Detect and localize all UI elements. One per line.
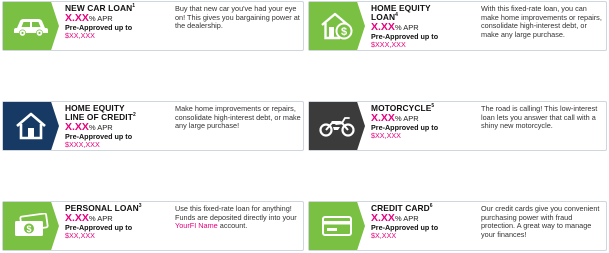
offer-description: With this fixed-rate loan, you can make … bbox=[481, 4, 602, 39]
svg-text:$: $ bbox=[26, 224, 31, 234]
car-icon bbox=[3, 2, 59, 50]
offer-description: Buy that new car you've had your eye on!… bbox=[175, 4, 300, 31]
pre-approved-amount: $XXX,XXX bbox=[65, 140, 100, 149]
pre-approved-amount: $XX,XXX bbox=[65, 31, 95, 40]
offer-description: Use this fixed-rate loan for anything! F… bbox=[175, 204, 297, 231]
credit-card-icon bbox=[309, 202, 365, 250]
offer-card-new-car-loan[interactable]: NEW CAR LOAN1 X.XX% APR Pre-Approved up … bbox=[2, 1, 304, 51]
svg-text:$: $ bbox=[341, 26, 347, 38]
offer-description: Make home improvements or repairs, conso… bbox=[175, 104, 301, 131]
pre-approved-amount: $X,XXX bbox=[371, 231, 397, 240]
offer-card-home-equity-loan[interactable]: $ HOME EQUITY LOAN4 X.XX% APR Pre-Approv… bbox=[308, 1, 607, 51]
pre-approved-amount: $XX,XXX bbox=[65, 231, 95, 240]
motorcycle-icon bbox=[309, 102, 365, 150]
house-dollar-icon: $ bbox=[309, 2, 365, 50]
offer-title: HOME EQUITY LINE OF CREDIT2 bbox=[65, 103, 136, 122]
offer-card-home-equity-line-of-credit[interactable]: HOME EQUITY LINE OF CREDIT2 X.XX% APR Pre… bbox=[2, 101, 304, 151]
house-icon bbox=[3, 102, 59, 150]
pre-approved-amount: $XX,XXX bbox=[371, 131, 401, 140]
offer-title: HOME EQUITY LOAN4 bbox=[371, 3, 431, 22]
institution-name: YourFI Name bbox=[175, 221, 218, 231]
offer-card-personal-loan[interactable]: $ PERSONAL LOAN3 X.XX% APR Pre-Approved … bbox=[2, 201, 304, 251]
offer-card-motorcycle[interactable]: MOTORCYCLE5 X.XX% APR Pre-Approved up to… bbox=[308, 101, 607, 151]
offer-description: Our credit cards give you convenient pur… bbox=[481, 204, 600, 239]
cash-icon: $ bbox=[3, 202, 59, 250]
offer-card-credit-card[interactable]: CREDIT CARD6 X.XX% APR Pre-Approved up t… bbox=[308, 201, 607, 251]
pre-approved-amount: $XXX,XXX bbox=[371, 40, 406, 49]
offer-description: The road is calling! This low-interest l… bbox=[481, 104, 598, 131]
